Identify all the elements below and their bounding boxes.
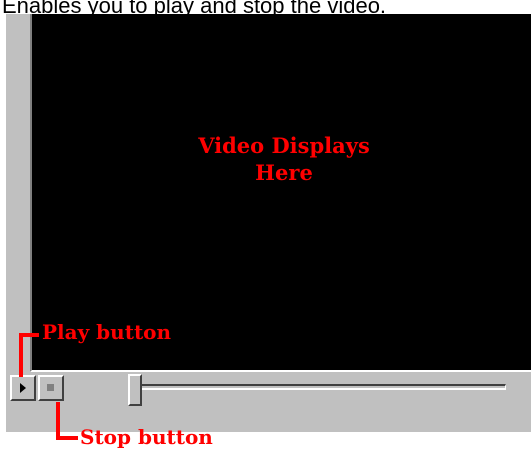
- play-callout-line-horizontal: [19, 333, 39, 337]
- video-display-area: Video Displays Here: [30, 14, 531, 372]
- play-icon: [20, 383, 26, 393]
- stop-icon: [47, 384, 54, 391]
- video-placeholder-line-2: Here: [255, 160, 313, 185]
- media-player: Video Displays Here: [6, 14, 531, 432]
- play-button-callout-label: Play button: [42, 320, 172, 344]
- video-placeholder-line-1: Video Displays: [198, 133, 370, 158]
- video-placeholder-text: Video Displays Here: [32, 132, 531, 186]
- seek-slider-track[interactable]: [140, 384, 506, 390]
- stop-callout-line-vertical: [56, 402, 60, 440]
- play-callout-line-vertical: [19, 333, 23, 377]
- stop-button[interactable]: [38, 375, 64, 401]
- play-button[interactable]: [10, 375, 36, 401]
- stop-callout-line-horizontal: [56, 436, 78, 440]
- seek-slider-thumb[interactable]: [128, 374, 142, 406]
- stop-button-callout-label: Stop button: [80, 425, 213, 449]
